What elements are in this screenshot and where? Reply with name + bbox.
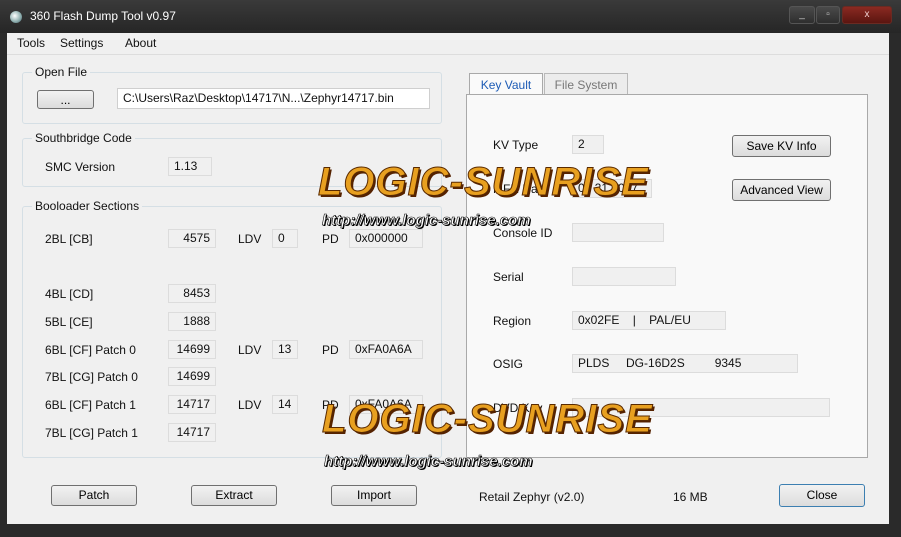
pd-field-cb: 0x000000 — [349, 229, 423, 248]
smc-version-label: SMC Version — [45, 160, 116, 174]
row-label-cd: 4BL [CD] — [45, 287, 94, 301]
app-window: 360 Flash Dump Tool v0.97 _ ▫ x Tools Se… — [0, 0, 901, 537]
pd-label-cf0: PD — [322, 343, 339, 357]
maximize-button[interactable]: ▫ — [816, 6, 840, 24]
serial-field — [572, 267, 676, 286]
osig-label: OSIG — [493, 357, 524, 371]
value-field-ce: 1888 — [168, 312, 216, 331]
pd-field-cf0: 0xFA0A6A — [349, 340, 423, 359]
mfr-date-field: 09 21 2007 — [572, 179, 652, 198]
import-button[interactable]: Import — [331, 485, 417, 506]
extract-button[interactable]: Extract — [191, 485, 277, 506]
southbridge-group-label: Southbridge Code — [32, 131, 135, 145]
dvd-key-label: DVD Key — [493, 401, 543, 415]
pd-label-cf1: PD — [322, 398, 339, 412]
row-label-cg1: 7BL [CG] Patch 1 — [45, 426, 138, 440]
menu-about[interactable]: About — [125, 36, 156, 50]
app-icon — [10, 11, 22, 23]
value-field-cf1: 14717 — [168, 395, 216, 414]
console-id-label: Console ID — [493, 226, 553, 240]
value-field-cg1: 14717 — [168, 423, 216, 442]
region-label: Region — [493, 314, 532, 328]
title-bar[interactable]: 360 Flash Dump Tool v0.97 _ ▫ x — [0, 0, 901, 33]
value-field-cb: 4575 — [168, 229, 216, 248]
pd-field-cf1: 0xFA0A6A — [349, 395, 423, 414]
serial-label: Serial — [493, 270, 524, 284]
mfr-date-label: MFR Date — [493, 182, 548, 196]
bootloader-group: Booloader Sections 2BL [CB] 4575 LDV 0 P… — [22, 199, 442, 458]
ldv-label-cf0: LDV — [238, 343, 262, 357]
row-label-cb: 2BL [CB] — [45, 232, 93, 246]
client-area: Tools Settings About Open File ... C:\Us… — [7, 33, 889, 524]
ldv-field-cb: 0 — [272, 229, 298, 248]
ldv-label-cf1: LDV — [238, 398, 262, 412]
value-field-cf0: 14699 — [168, 340, 216, 359]
value-field-cd: 8453 — [168, 284, 216, 303]
open-file-group: Open File ... C:\Users\Raz\Desktop\14717… — [22, 65, 442, 124]
file-path-field[interactable]: C:\Users\Raz\Desktop\14717\N...\Zephyr14… — [117, 88, 430, 109]
value-field-cg0: 14699 — [168, 367, 216, 386]
browse-button[interactable]: ... — [37, 90, 94, 109]
row-label-cg0: 7BL [CG] Patch 0 — [45, 370, 138, 384]
flash-size-label: 16 MB — [673, 490, 708, 504]
advanced-view-button[interactable]: Advanced View — [732, 179, 831, 201]
save-kv-info-button[interactable]: Save KV Info — [732, 135, 831, 157]
region-field: 0x02FE | PAL/EU — [572, 311, 726, 330]
southbridge-group: Southbridge Code SMC Version 1.13 — [22, 131, 442, 187]
kv-type-field: 2 — [572, 135, 604, 154]
console-type-label: Retail Zephyr (v2.0) — [479, 490, 585, 504]
window-title: 360 Flash Dump Tool v0.97 — [30, 9, 176, 23]
console-id-field — [572, 223, 664, 242]
ldv-field-cf1: 14 — [272, 395, 298, 414]
ldv-label-cb: LDV — [238, 232, 262, 246]
open-file-group-label: Open File — [32, 65, 91, 79]
close-window-button[interactable]: x — [842, 6, 892, 24]
dvd-key-field — [572, 398, 830, 417]
minimize-button[interactable]: _ — [789, 6, 815, 24]
kv-type-label: KV Type — [493, 138, 539, 152]
row-label-cf1: 6BL [CF] Patch 1 — [45, 398, 136, 412]
pd-label-cb: PD — [322, 232, 339, 246]
tab-file-system[interactable]: File System — [544, 73, 628, 95]
patch-button[interactable]: Patch — [51, 485, 137, 506]
ldv-field-cf0: 13 — [272, 340, 298, 359]
smc-version-field: 1.13 — [168, 157, 212, 176]
row-label-ce: 5BL [CE] — [45, 315, 93, 329]
menu-settings[interactable]: Settings — [60, 36, 103, 50]
bootloader-group-label: Booloader Sections — [32, 199, 143, 213]
key-vault-panel: KV Type 2 MFR Date 09 21 2007 Console ID… — [466, 94, 868, 458]
menu-tools[interactable]: Tools — [17, 36, 45, 50]
close-button[interactable]: Close — [779, 484, 865, 507]
osig-field: PLDS DG-16D2S 9345 — [572, 354, 798, 373]
tab-key-vault[interactable]: Key Vault — [469, 73, 543, 95]
row-label-cf0: 6BL [CF] Patch 0 — [45, 343, 136, 357]
menu-bar: Tools Settings About — [7, 33, 889, 55]
